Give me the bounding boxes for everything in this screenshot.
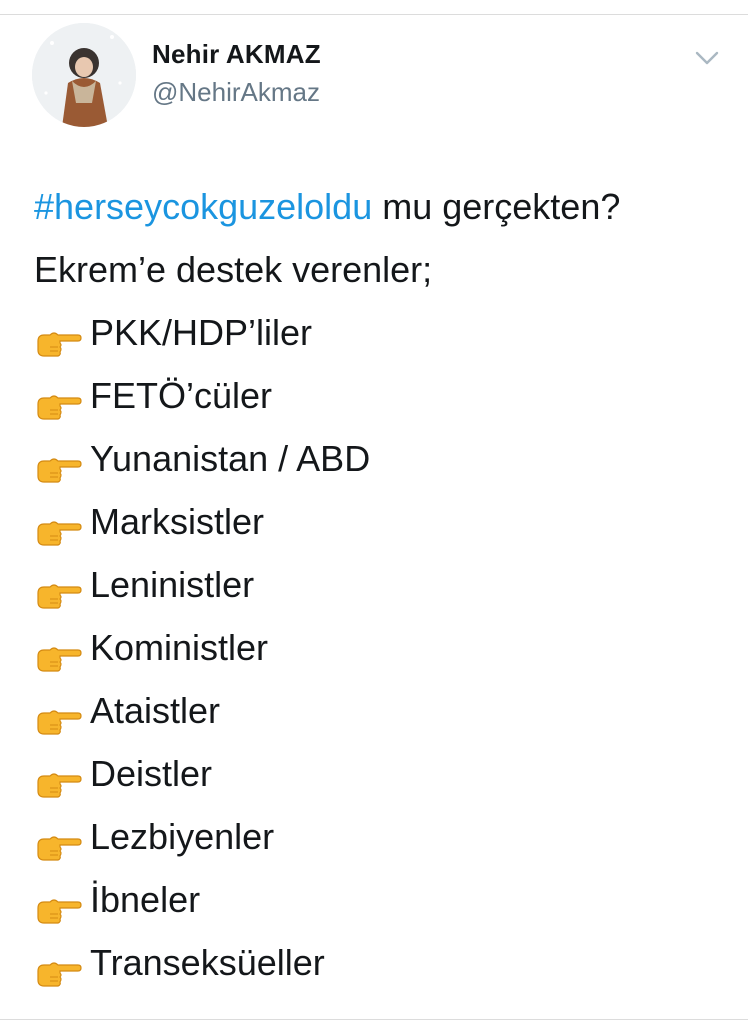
list-item: PKK/HDP’liler (34, 301, 728, 364)
list-item-text: Deistler (90, 753, 213, 794)
backhand-index-pointing-right-icon (34, 317, 82, 357)
hashtag-link[interactable]: #herseycokguzeloldu (34, 186, 372, 227)
backhand-index-pointing-right-icon (34, 506, 82, 546)
list-item-text: Lezbiyenler (90, 816, 275, 857)
list-item: Ataistler (34, 679, 728, 742)
tweet-intro: Ekrem’e destek verenler; (34, 249, 433, 290)
list-item-text: Koministler (90, 627, 269, 668)
list-item-text: Ataistler (90, 690, 221, 731)
backhand-index-pointing-right-icon (34, 821, 82, 861)
list-item: Koministler (34, 616, 728, 679)
backhand-index-pointing-right-icon (34, 632, 82, 672)
bullet-list: PKK/HDP’liler FETÖ’cüler Yunanistan / AB… (34, 301, 728, 994)
list-item: Lezbiyenler (34, 805, 728, 868)
list-item-text: İbneler (90, 879, 201, 920)
list-item: Yunanistan / ABD (34, 427, 728, 490)
backhand-index-pointing-right-icon (34, 947, 82, 987)
list-item-text: Transeksüeller (90, 942, 325, 983)
list-item: İbneler (34, 868, 728, 931)
backhand-index-pointing-right-icon (34, 443, 82, 483)
backhand-index-pointing-right-icon (34, 569, 82, 609)
list-item: Marksistler (34, 490, 728, 553)
backhand-index-pointing-right-icon (34, 380, 82, 420)
list-item-text: FETÖ’cüler (90, 375, 273, 416)
list-item: FETÖ’cüler (34, 364, 728, 427)
chevron-down-icon[interactable] (694, 49, 720, 67)
backhand-index-pointing-right-icon (34, 758, 82, 798)
tweet-text: #herseycokguzeloldu mu gerçekten? Ekrem’… (34, 175, 728, 994)
list-item-text: Yunanistan / ABD (90, 438, 371, 479)
avatar[interactable] (32, 23, 136, 127)
list-item-text: PKK/HDP’liler (90, 312, 313, 353)
list-item-text: Leninistler (90, 564, 255, 605)
list-item: Transeksüeller (34, 931, 728, 994)
tweet-card: Nehir AKMAZ @NehirAkmaz #herseycokguzelo… (0, 14, 748, 1020)
author-handle[interactable]: @NehirAkmaz (152, 77, 320, 108)
tweet-first-line: #herseycokguzeloldu mu gerçekten? (34, 175, 728, 238)
backhand-index-pointing-right-icon (34, 695, 82, 735)
list-item-text: Marksistler (90, 501, 265, 542)
author-name[interactable]: Nehir AKMAZ (152, 39, 321, 70)
first-line-text: mu gerçekten? (372, 186, 621, 227)
list-item: Deistler (34, 742, 728, 805)
list-item: Leninistler (34, 553, 728, 616)
backhand-index-pointing-right-icon (34, 884, 82, 924)
